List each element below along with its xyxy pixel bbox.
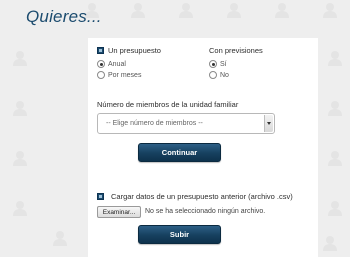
radio-unselected-icon[interactable] xyxy=(97,71,105,79)
budget-section-heading: Un presupuesto xyxy=(97,46,161,55)
page-title: Quieres... xyxy=(26,7,102,26)
radio-anual-label: Anual xyxy=(108,60,126,68)
radio-selected-icon[interactable] xyxy=(209,60,217,68)
radio-anual[interactable]: Anual xyxy=(97,60,126,68)
radio-no[interactable]: No xyxy=(209,71,229,79)
radio-unselected-icon[interactable] xyxy=(209,71,217,79)
file-status-text: No se ha seleccionado ningún archivo. xyxy=(145,208,266,215)
checkbox-icon xyxy=(97,193,104,200)
upload-section-label: Cargar datos de un presupuesto anterior … xyxy=(111,192,293,201)
radio-no-label: No xyxy=(220,71,229,79)
forecast-section-label: Con previsiones xyxy=(209,46,263,55)
radio-si[interactable]: Sí xyxy=(209,60,227,68)
family-members-select-value: -- Elige número de miembros -- xyxy=(106,120,203,127)
submit-button[interactable]: Subir xyxy=(138,225,221,244)
upload-section-heading: Cargar datos de un presupuesto anterior … xyxy=(97,192,293,201)
budget-section-label: Un presupuesto xyxy=(108,46,161,55)
forecast-section-heading: Con previsiones xyxy=(209,46,263,55)
radio-por-meses[interactable]: Por meses xyxy=(97,71,141,79)
checkbox-icon xyxy=(97,47,104,54)
family-members-label: Número de miembros de la unidad familiar xyxy=(97,100,239,109)
radio-por-meses-label: Por meses xyxy=(108,71,142,79)
family-members-select[interactable]: -- Elige número de miembros -- xyxy=(97,113,275,134)
browse-file-button[interactable]: Examinar... xyxy=(97,206,141,218)
radio-si-label: Sí xyxy=(220,60,227,68)
chevron-down-icon[interactable] xyxy=(264,115,273,132)
radio-selected-icon[interactable] xyxy=(97,60,105,68)
continue-button[interactable]: Continuar xyxy=(138,143,221,162)
